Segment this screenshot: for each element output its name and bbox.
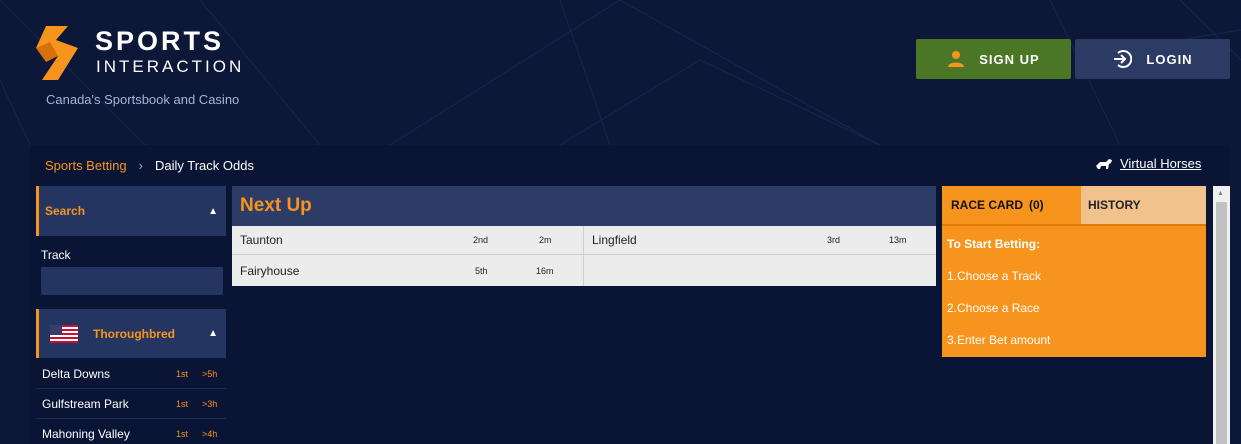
tab-race-card[interactable]: RACE CARD (0)	[942, 186, 1081, 224]
chevron-up-icon: ▲	[208, 205, 218, 217]
virtual-horses-label: Virtual Horses	[1120, 156, 1202, 171]
sign-up-label: SIGN UP	[979, 51, 1040, 67]
race-position: 1st	[176, 368, 189, 379]
scroll-up-arrow-icon[interactable]: ▲	[1217, 190, 1224, 197]
sports-interaction-logo-icon	[36, 26, 78, 80]
next-up-track: Fairyhouse	[240, 263, 300, 278]
race-name: Delta Downs	[42, 366, 111, 381]
thoroughbred-section-header[interactable]: Thoroughbred ▲	[36, 309, 226, 358]
sidebar-race-item[interactable]: Mahoning Valley 1st >4h	[36, 419, 226, 444]
instructions-title: To Start Betting:	[947, 237, 1041, 251]
race-card-body: To Start Betting: 1.Choose a Track 2.Cho…	[942, 224, 1206, 357]
next-up-position: 5th	[475, 265, 488, 276]
instruction-step: 1.Choose a Track	[947, 269, 1042, 283]
race-name: Mahoning Valley	[42, 426, 130, 441]
tab-history[interactable]: HISTORY	[1081, 186, 1206, 224]
next-up-item[interactable]: Fairyhouse 5th 16m	[232, 256, 583, 285]
breadcrumb-current: Daily Track Odds	[155, 158, 254, 173]
login-icon	[1114, 50, 1133, 68]
chevron-right-icon: ›	[138, 158, 143, 173]
next-up-time: 16m	[536, 265, 554, 276]
login-label: LOGIN	[1146, 51, 1193, 67]
race-time: >3h	[202, 398, 218, 409]
sidebar-race-item[interactable]: Gulfstream Park 1st >3h	[36, 389, 226, 419]
brand-name-top: SPORTS	[95, 26, 225, 56]
search-section-header[interactable]: Search ▲	[36, 186, 226, 236]
next-up-position: 3rd	[827, 235, 841, 245]
race-name: Gulfstream Park	[42, 396, 129, 411]
breadcrumb-sports-betting[interactable]: Sports Betting	[45, 158, 127, 173]
sidebar-race-item[interactable]: Delta Downs 1st >5h	[36, 359, 226, 389]
chevron-up-icon: ▲	[208, 328, 218, 339]
breadcrumb: Sports Betting › Daily Track Odds	[45, 158, 254, 173]
next-up-track: Taunton	[240, 233, 283, 247]
horse-icon	[1096, 158, 1112, 169]
next-up-time: 2m	[539, 235, 552, 245]
us-flag-icon	[50, 324, 78, 343]
next-up-item[interactable]: Taunton 2nd 2m	[232, 226, 583, 255]
search-section-label: Search	[45, 204, 86, 218]
scrollbar-thumb[interactable]	[1216, 202, 1227, 444]
race-time: >4h	[202, 428, 218, 439]
brand-name-bottom: INTERACTION	[96, 57, 245, 76]
track-input[interactable]	[41, 267, 223, 295]
tagline: Canada's Sportsbook and Casino	[46, 92, 240, 107]
race-time: >5h	[202, 368, 218, 379]
thoroughbred-label: Thoroughbred	[93, 326, 175, 341]
instruction-step: 3.Enter Bet amount	[947, 333, 1051, 347]
next-up-position: 2nd	[473, 235, 489, 245]
scrollbar[interactable]: ▲	[1213, 186, 1230, 444]
login-button[interactable]: LOGIN	[1075, 39, 1230, 79]
race-card-tabs: RACE CARD (0) HISTORY	[942, 186, 1206, 224]
instruction-step: 2.Choose a Race	[947, 301, 1040, 315]
history-label: HISTORY	[1088, 198, 1141, 212]
virtual-horses-link[interactable]: Virtual Horses	[1094, 156, 1201, 171]
race-card-label: RACE CARD	[951, 198, 1023, 212]
race-position: 1st	[176, 428, 189, 439]
track-label: Track	[41, 248, 71, 262]
user-icon	[948, 51, 965, 67]
next-up-item[interactable]: Lingfield 3rd 13m	[584, 226, 936, 255]
race-card-count: (0)	[1029, 198, 1044, 212]
next-up-track: Lingfield	[592, 233, 637, 247]
race-position: 1st	[176, 398, 189, 409]
next-up-time: 13m	[889, 235, 907, 245]
sign-up-button[interactable]: SIGN UP	[916, 39, 1071, 79]
next-up-header: Next Up	[232, 186, 936, 226]
